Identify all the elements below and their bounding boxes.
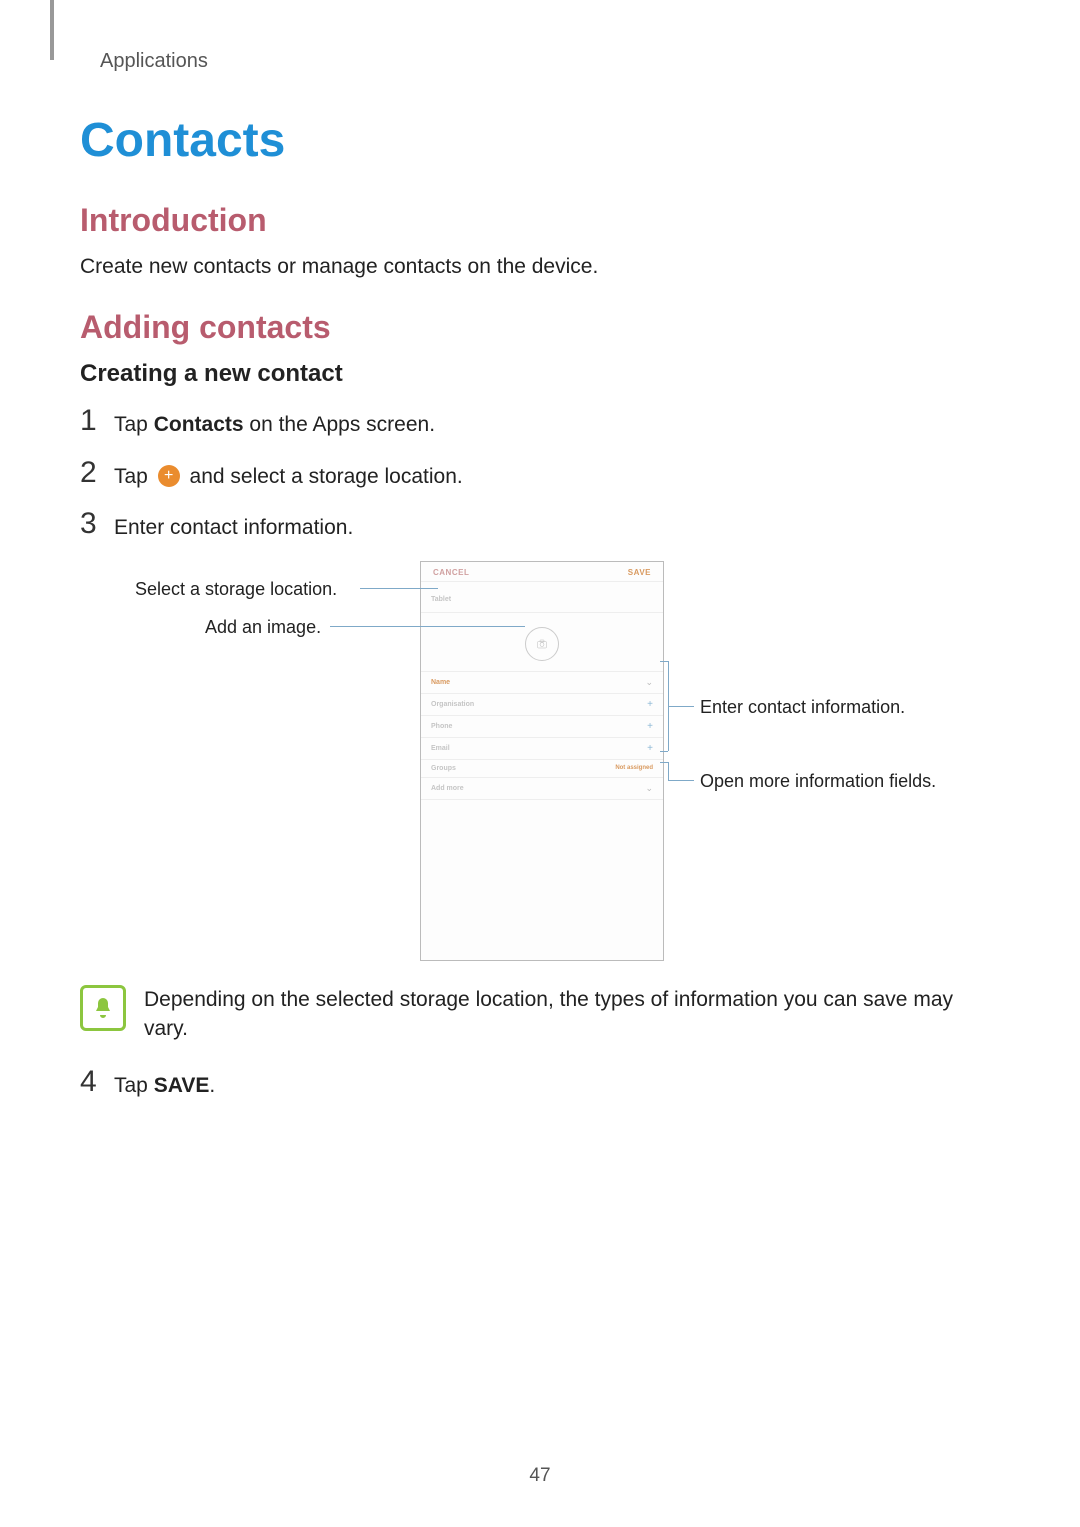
field-organisation: Organisation + [421, 694, 663, 716]
field-groups: Groups Not assigned [421, 760, 663, 778]
heading-adding-contacts: Adding contacts [80, 309, 1000, 346]
field-label: Email [431, 745, 450, 752]
step-text: Tap Contacts on the Apps screen. [114, 406, 435, 439]
heading-introduction: Introduction [80, 202, 1000, 239]
callout-line [660, 751, 668, 752]
step-4: 4 Tap SAVE. [80, 1067, 1000, 1100]
callout-line [668, 706, 694, 707]
manual-page: Applications Contacts Introduction Creat… [0, 0, 1080, 1527]
step-1: 1 Tap Contacts on the Apps screen. [80, 406, 1000, 439]
add-icon: + [647, 699, 653, 710]
callout-line [330, 626, 525, 627]
text-fragment: Tap [114, 1074, 154, 1097]
header-tab-marker [50, 0, 54, 60]
add-icon: + [647, 743, 653, 754]
storage-row: Tablet [421, 581, 663, 613]
intro-paragraph: Create new contacts or manage contacts o… [80, 253, 1000, 281]
step-text: Tap + and select a storage location. [114, 458, 463, 491]
bold-text: SAVE [154, 1074, 210, 1097]
callout-line [668, 762, 669, 780]
step-number: 2 [80, 458, 114, 488]
cancel-button-label: CANCEL [433, 568, 469, 577]
step-text: Enter contact information. [114, 509, 353, 542]
field-email: Email + [421, 738, 663, 760]
text-fragment: and select a storage location. [184, 465, 463, 488]
save-button-label: SAVE [628, 568, 651, 577]
plus-icon: + [158, 465, 180, 487]
bell-icon [80, 985, 126, 1031]
callout-storage-location: Select a storage location. [135, 579, 337, 600]
step-text: Tap SAVE. [114, 1067, 215, 1100]
camera-icon [525, 627, 559, 661]
figure-contact-editor: CANCEL SAVE Tablet Name ⌄ Organisation +… [80, 561, 1000, 981]
phone-topbar: CANCEL SAVE [421, 562, 663, 581]
chevron-down-icon: ⌄ [645, 783, 653, 794]
section-label: Applications [100, 50, 1000, 73]
text-fragment: . [209, 1074, 215, 1097]
field-label: Add more [431, 785, 464, 792]
step-3: 3 Enter contact information. [80, 509, 1000, 542]
callout-enter-info: Enter contact information. [700, 697, 905, 718]
page-title: Contacts [80, 113, 1000, 168]
page-number: 47 [0, 1465, 1080, 1487]
chevron-down-icon: ⌄ [645, 677, 653, 688]
avatar-area [421, 613, 663, 672]
field-add-more: Add more ⌄ [421, 778, 663, 800]
step-number: 3 [80, 509, 114, 539]
field-label: Organisation [431, 701, 474, 708]
field-phone: Phone + [421, 716, 663, 738]
text-fragment: Tap [114, 465, 154, 488]
groups-value: Not assigned [615, 765, 653, 771]
text-fragment: on the Apps screen. [244, 413, 435, 436]
note-block: Depending on the selected storage locati… [80, 985, 1000, 1044]
field-label: Phone [431, 723, 452, 730]
text-fragment: Tap [114, 413, 154, 436]
field-label: Groups [431, 765, 456, 772]
heading-creating-new-contact: Creating a new contact [80, 360, 1000, 388]
callout-more-fields: Open more information fields. [700, 771, 936, 792]
field-name: Name ⌄ [421, 672, 663, 694]
step-number: 4 [80, 1067, 114, 1097]
step-2: 2 Tap + and select a storage location. [80, 458, 1000, 491]
phone-mock: CANCEL SAVE Tablet Name ⌄ Organisation +… [420, 561, 664, 961]
add-icon: + [647, 721, 653, 732]
field-label: Name [431, 679, 450, 686]
callout-add-image: Add an image. [205, 617, 321, 638]
bold-text: Contacts [154, 413, 244, 436]
callout-line [660, 661, 668, 662]
step-number: 1 [80, 406, 114, 436]
storage-value: Tablet [431, 596, 451, 603]
note-text: Depending on the selected storage locati… [144, 985, 1000, 1044]
callout-line [668, 780, 694, 781]
callout-line [660, 762, 668, 763]
callout-line [360, 588, 438, 589]
